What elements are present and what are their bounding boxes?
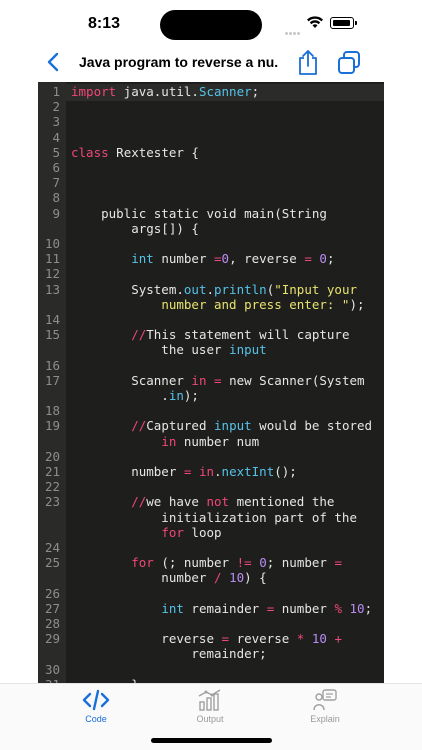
line-number: 4 (52, 129, 60, 145)
line-number: 3 (52, 114, 60, 130)
line-number: 27 (44, 600, 60, 616)
line-text: //This statement will capture (131, 327, 350, 343)
share-icon[interactable] (296, 48, 320, 76)
code-icon (82, 689, 110, 711)
copy-icon[interactable] (336, 50, 362, 76)
code-line: 1 import java.util.Scanner; (38, 84, 384, 101)
tab-output-label: Output (196, 714, 224, 724)
line-number: 23 (44, 494, 60, 510)
line-number: 18 (44, 403, 60, 419)
line-text: for (; number != 0; number = (131, 555, 342, 571)
line-number: 29 (44, 631, 60, 647)
tab-code-label: Code (85, 714, 107, 724)
line-number: 26 (44, 585, 60, 601)
line-number: 19 (44, 418, 60, 434)
line-text: System.out.println("Input your (71, 281, 358, 297)
line-text: .in); (71, 388, 199, 403)
battery-icon (330, 17, 354, 29)
status-time: 8:13 (88, 15, 121, 32)
line-text: in number num (161, 433, 260, 449)
line-text: remainder; (71, 646, 267, 662)
line-number: 12 (44, 266, 60, 282)
line-number: 25 (44, 555, 60, 571)
navigation-bar: Java program to reverse a nu... (0, 48, 422, 78)
dynamic-island (160, 10, 262, 40)
line-number: 17 (44, 372, 60, 388)
line-text: number = in.nextInt(); (71, 464, 297, 479)
line-number: 30 (44, 661, 60, 677)
line-number: 24 (44, 540, 60, 555)
tab-code[interactable]: Code (66, 688, 126, 724)
status-bar: 8:13 (0, 0, 422, 48)
back-chevron-icon[interactable] (44, 50, 64, 74)
page-title: Java program to reverse a nu... (79, 54, 279, 70)
line-text: public static void main(String (71, 205, 327, 221)
line-text: int remainder = number % 10; (161, 600, 373, 616)
line-number: 9 (52, 205, 60, 221)
line-number: 1 (52, 84, 60, 99)
line-number: 28 (44, 616, 60, 631)
line-text: int number =0, reverse = 0; (131, 251, 335, 267)
line-number: 5 (52, 144, 60, 160)
tab-output[interactable]: Output (180, 688, 240, 724)
line-number: 2 (52, 99, 60, 115)
line-text: reverse = reverse * 10 + (71, 631, 342, 647)
wifi-icon (307, 16, 323, 28)
line-number: 22 (44, 479, 60, 495)
line-text: initialization part of the (71, 509, 357, 525)
line-number: 15 (44, 327, 60, 343)
line-text: for loop (161, 524, 222, 540)
output-chart-icon (198, 689, 221, 711)
line-text: number / 10) { (71, 570, 267, 586)
line-number: 10 (44, 236, 60, 251)
line-number: 11 (44, 251, 60, 267)
line-number: 14 (44, 312, 60, 327)
home-indicator (151, 738, 272, 743)
line-number: 8 (52, 190, 60, 206)
explain-icon (313, 689, 337, 711)
tab-explain-label: Explain (310, 714, 340, 724)
tab-explain[interactable]: Explain (295, 688, 355, 724)
line-number: 7 (52, 175, 60, 191)
line-text: args[]) { (71, 220, 199, 236)
line-number: 20 (44, 448, 60, 464)
line-text: //we have not mentioned the (131, 494, 335, 510)
code-editor[interactable]: 1 import java.util.Scanner; 2 3 4 5 class Rext… (38, 82, 384, 683)
line-number: 13 (44, 281, 60, 297)
line-text: class Rextester { (71, 144, 199, 160)
cellular-signal-icon (285, 22, 301, 40)
line-text: //Captured input would be stored (131, 418, 373, 434)
line-number: 6 (52, 160, 60, 175)
line-text: the user input (71, 342, 267, 358)
line-text: import java.util.Scanner; (71, 84, 260, 99)
line-text: number and press enter: "); (161, 296, 365, 312)
line-number: 21 (44, 464, 60, 479)
line-text: Scanner in = new Scanner(System (71, 372, 365, 388)
line-number: 16 (44, 357, 60, 373)
